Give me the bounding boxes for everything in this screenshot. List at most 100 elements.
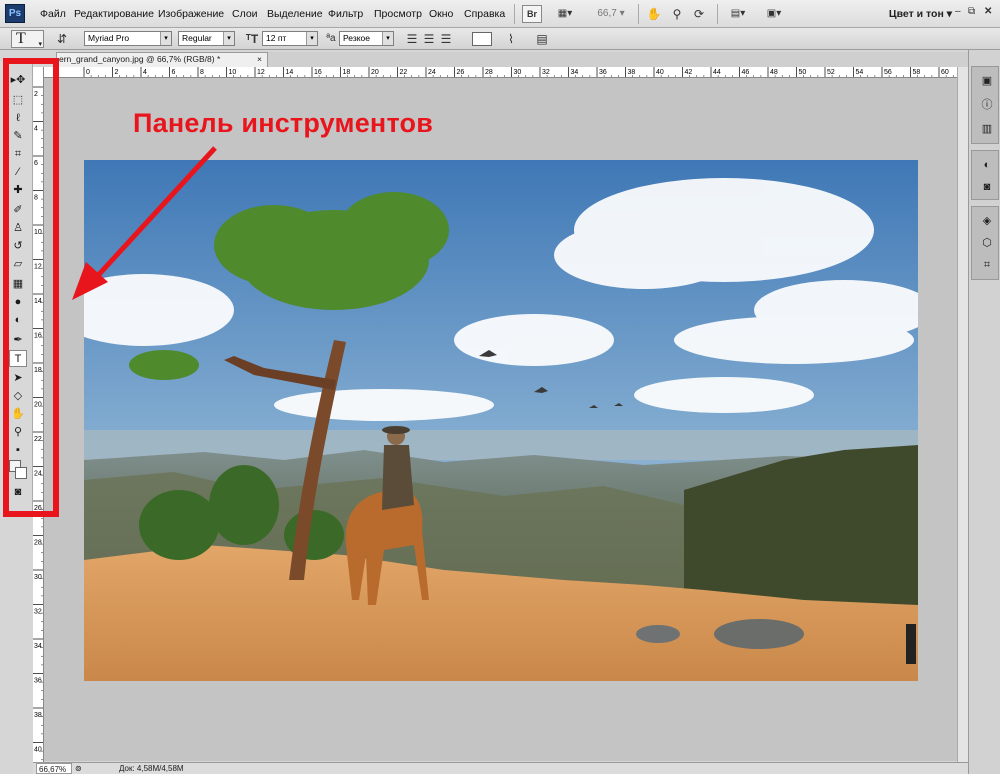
status-zoom-field[interactable]: 66,67% bbox=[36, 763, 72, 774]
tool-preset-picker[interactable]: T ▾ bbox=[11, 30, 44, 48]
ruler-label: 30 bbox=[34, 574, 42, 581]
dock-group-3: ◈ ⬡ ⌗ bbox=[971, 206, 999, 280]
font-family-select[interactable]: Myriad Pro ▾ bbox=[84, 31, 172, 46]
masks-icon[interactable]: ◙ bbox=[978, 179, 996, 195]
font-style-value: Regular bbox=[182, 33, 212, 43]
ruler-horizontal: 0 2 4 6 8 10 12 14 16 18 20 22 24 26 28 30 32 34 36 38 40 42 4… bbox=[44, 67, 968, 78]
zoom-icon[interactable]: ⚲ bbox=[668, 5, 686, 23]
canyon-photo bbox=[84, 160, 918, 681]
ruler-label: 40 bbox=[34, 747, 42, 754]
ruler-label: 6 bbox=[172, 69, 176, 76]
close-tab-icon[interactable]: × bbox=[257, 53, 262, 66]
dock-group-2: ◐ ◙ bbox=[971, 150, 999, 200]
ruler-label: 32 bbox=[34, 609, 42, 616]
vertical-scrollbar[interactable] bbox=[957, 67, 968, 763]
options-bar: T ▾ ⇵ Myriad Pro ▾ Regular ▾ ᵀT 12 пт ▾ ªa Р… bbox=[0, 28, 1000, 50]
paths-icon[interactable]: ⌗ bbox=[978, 257, 996, 273]
restore-icon[interactable]: ⧉ bbox=[968, 6, 975, 17]
ruler-label: 58 bbox=[913, 69, 921, 76]
bridge-button[interactable]: Br bbox=[522, 5, 542, 23]
text-color-swatch[interactable] bbox=[472, 32, 492, 46]
text-orientation-icon[interactable]: ⇵ bbox=[54, 31, 70, 47]
screen-mode-icon[interactable]: ▣▾ bbox=[760, 5, 788, 23]
align-left-icon[interactable]: ☰ bbox=[404, 31, 420, 47]
ruler-label: 40 bbox=[656, 69, 664, 76]
document-tab-title: ern_grand_canyon.jpg @ 66,7% (RGB/8) * bbox=[59, 54, 221, 64]
ruler-label: 28 bbox=[34, 540, 42, 547]
antialias-select[interactable]: Резкое ▾ bbox=[339, 31, 394, 46]
channels-icon[interactable]: ⬡ bbox=[978, 235, 996, 251]
annotation-label: Панель инструментов bbox=[133, 108, 433, 138]
minimize-icon[interactable]: ‒ bbox=[955, 6, 961, 17]
menu-window[interactable]: Окно bbox=[429, 8, 453, 20]
ruler-label: 0 bbox=[86, 69, 90, 76]
ruler-label: 14 bbox=[286, 69, 294, 76]
menu-help[interactable]: Справка bbox=[464, 8, 505, 20]
close-icon[interactable]: ✕ bbox=[984, 6, 992, 17]
font-family-value: Myriad Pro bbox=[88, 33, 130, 43]
navigator-icon[interactable]: ▣ bbox=[978, 73, 996, 89]
info-icon[interactable]: ⓘ bbox=[978, 97, 996, 113]
menu-view[interactable]: Просмотр bbox=[374, 8, 422, 20]
hand-icon[interactable]: ✋ bbox=[645, 5, 663, 23]
mini-bridge-icon[interactable]: ▦▾ bbox=[550, 5, 580, 23]
warp-text-icon[interactable]: ⌇ bbox=[503, 31, 519, 47]
menu-select[interactable]: Выделение bbox=[267, 8, 323, 20]
ruler-label: 38 bbox=[628, 69, 636, 76]
menu-image[interactable]: Изображение bbox=[158, 8, 224, 20]
antialias-icon: ªa bbox=[326, 33, 336, 44]
antialias-value: Резкое bbox=[343, 33, 371, 43]
ruler-label: 34 bbox=[571, 69, 579, 76]
ruler-label: 18 bbox=[343, 69, 351, 76]
ruler-label: 46 bbox=[742, 69, 750, 76]
ruler-label: 16 bbox=[314, 69, 322, 76]
status-info-icon[interactable]: ⊚ bbox=[75, 763, 82, 774]
chevron-down-icon: ▾ bbox=[223, 32, 234, 45]
chevron-down-icon: ▾ bbox=[38, 40, 42, 48]
ruler-label: 20 bbox=[371, 69, 379, 76]
chevron-down-icon: ▾ bbox=[306, 32, 317, 45]
menu-layers[interactable]: Слои bbox=[232, 8, 258, 20]
align-right-icon[interactable]: ☰ bbox=[438, 31, 454, 47]
zoom-level-dropdown[interactable]: 66,7 ▾ bbox=[590, 5, 632, 23]
ruler-label: 50 bbox=[799, 69, 807, 76]
ruler-label: 54 bbox=[856, 69, 864, 76]
histogram-icon[interactable]: ▥ bbox=[978, 121, 996, 137]
character-panel-icon[interactable]: ▤ bbox=[534, 31, 550, 47]
panel-dock: ▣ ⓘ ▥ ◐ ◙ ◈ ⬡ ⌗ bbox=[968, 50, 1000, 774]
ruler-label: 2 bbox=[115, 69, 119, 76]
ruler-label: 28 bbox=[485, 69, 493, 76]
layers-icon[interactable]: ◈ bbox=[978, 213, 996, 229]
font-style-select[interactable]: Regular ▾ bbox=[178, 31, 235, 46]
font-size-select[interactable]: 12 пт ▾ bbox=[262, 31, 318, 46]
highlight-frame bbox=[3, 58, 59, 517]
menu-bar: Ps Файл Редактирование Изображение Слои … bbox=[0, 0, 1000, 28]
ruler-label: 22 bbox=[400, 69, 408, 76]
ruler-label: 26 bbox=[457, 69, 465, 76]
ruler-label: 38 bbox=[34, 712, 42, 719]
adjustments-icon[interactable]: ◐ bbox=[978, 157, 996, 173]
ruler-label: 8 bbox=[200, 69, 204, 76]
ruler-label: 4 bbox=[143, 69, 147, 76]
workspace-switcher[interactable]: Цвет и тон ▾ bbox=[889, 8, 952, 20]
chevron-down-icon: ▾ bbox=[160, 32, 171, 45]
ruler-label: 36 bbox=[34, 678, 42, 685]
align-center-icon[interactable]: ☰ bbox=[421, 31, 437, 47]
menubar-separator bbox=[638, 4, 639, 24]
menu-edit[interactable]: Редактирование bbox=[74, 8, 154, 20]
menu-filter[interactable]: Фильтр bbox=[328, 8, 363, 20]
arrange-documents-icon[interactable]: ▤▾ bbox=[724, 5, 752, 23]
document-tab[interactable]: ern_grand_canyon.jpg @ 66,7% (RGB/8) * × bbox=[56, 52, 268, 67]
menubar-separator bbox=[514, 4, 515, 24]
font-size-value: 12 пт bbox=[266, 33, 287, 43]
ruler-label: 52 bbox=[827, 69, 835, 76]
ruler-label: 24 bbox=[428, 69, 436, 76]
document-image[interactable] bbox=[84, 160, 918, 681]
font-size-icon: ᵀT bbox=[245, 32, 259, 46]
rotate-view-icon[interactable]: ⟳ bbox=[690, 5, 708, 23]
ruler-label: 48 bbox=[770, 69, 778, 76]
ruler-label: 32 bbox=[542, 69, 550, 76]
ruler-label: 42 bbox=[685, 69, 693, 76]
menu-file[interactable]: Файл bbox=[40, 8, 66, 20]
workspace-label: Цвет и тон bbox=[888, 8, 944, 20]
